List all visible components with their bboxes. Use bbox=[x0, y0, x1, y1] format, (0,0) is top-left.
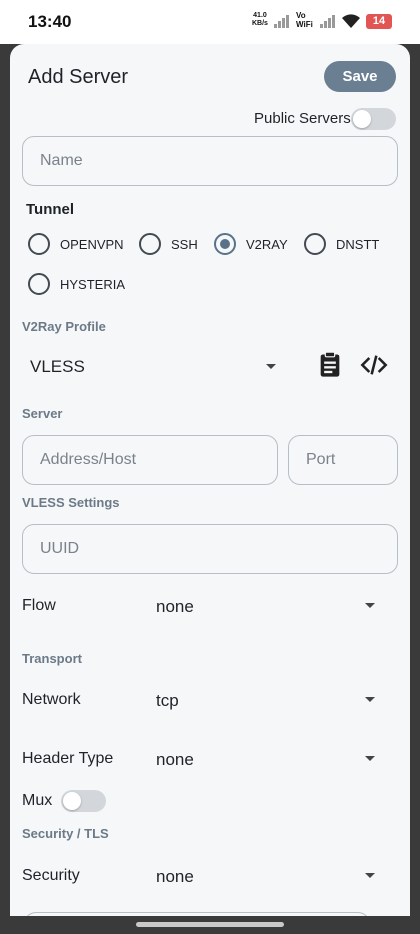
toggle-knob bbox=[353, 110, 371, 128]
radio-circle bbox=[304, 233, 326, 255]
wifi-icon bbox=[342, 14, 360, 28]
tunnel-option-ssh[interactable]: SSH bbox=[139, 232, 198, 256]
vless-settings-label: VLESS Settings bbox=[22, 495, 120, 510]
address-host-placeholder: Address/Host bbox=[40, 451, 137, 468]
radio-circle-selected bbox=[214, 233, 236, 255]
network-speed-unit: KB/s bbox=[252, 20, 268, 27]
tunnel-option-v2ray[interactable]: V2RAY bbox=[214, 232, 288, 256]
security-label: Security bbox=[22, 867, 80, 884]
radio-label: SSH bbox=[171, 236, 198, 252]
radio-circle bbox=[28, 233, 50, 255]
port-field[interactable]: Port bbox=[288, 435, 398, 485]
chevron-down-icon[interactable] bbox=[365, 603, 375, 608]
radio-label: HYSTERIA bbox=[60, 276, 126, 292]
network-dropdown[interactable]: tcp bbox=[156, 691, 179, 711]
volte-top-label: Vo bbox=[296, 11, 306, 20]
server-label: Server bbox=[22, 406, 63, 421]
chevron-down-icon[interactable] bbox=[365, 697, 375, 702]
uuid-placeholder: UUID bbox=[40, 540, 80, 557]
tunnel-option-openvpn[interactable]: OPENVPN bbox=[28, 232, 124, 256]
code-icon[interactable] bbox=[360, 351, 388, 379]
chevron-down-icon[interactable] bbox=[365, 756, 375, 761]
name-placeholder: Name bbox=[40, 152, 83, 169]
radio-label: V2RAY bbox=[246, 236, 288, 252]
tunnel-option-hysteria[interactable]: HYSTERIA bbox=[28, 272, 125, 296]
security-tls-label: Security / TLS bbox=[22, 826, 109, 841]
address-host-field[interactable]: Address/Host bbox=[22, 435, 278, 485]
tunnel-option-dnstt[interactable]: DNSTT bbox=[304, 232, 379, 256]
gesture-navigation-bar[interactable] bbox=[136, 922, 284, 927]
status-time: 13:40 bbox=[28, 12, 72, 31]
flow-label: Flow bbox=[22, 597, 56, 614]
signal-icon bbox=[274, 15, 289, 28]
radio-circle bbox=[139, 233, 161, 255]
public-servers-label: Public Servers bbox=[254, 110, 351, 127]
volte-wifi-indicator: Vo WiFi bbox=[296, 11, 313, 29]
security-dropdown[interactable]: none bbox=[156, 867, 194, 887]
chevron-down-icon[interactable] bbox=[266, 364, 276, 369]
status-bar: 13:40 41.0 KB/s Vo WiFi 14 bbox=[0, 0, 420, 44]
name-field[interactable]: Name bbox=[22, 136, 398, 186]
public-servers-toggle[interactable] bbox=[351, 108, 396, 130]
radio-circle bbox=[28, 273, 50, 295]
volte-bottom-label: WiFi bbox=[296, 20, 313, 29]
clipboard-icon[interactable] bbox=[316, 351, 344, 379]
radio-label: OPENVPN bbox=[60, 236, 124, 252]
uuid-field[interactable]: UUID bbox=[22, 524, 398, 574]
header-type-label: Header Type bbox=[22, 750, 114, 767]
toggle-knob bbox=[63, 792, 81, 810]
flow-dropdown[interactable]: none bbox=[156, 597, 194, 617]
dialog-title: Add Server bbox=[28, 66, 129, 88]
transport-label: Transport bbox=[22, 651, 82, 666]
battery-indicator: 14 bbox=[366, 14, 392, 29]
port-placeholder: Port bbox=[306, 451, 336, 468]
network-speed: 41.0 KB/s bbox=[252, 12, 268, 28]
mux-label: Mux bbox=[22, 792, 53, 809]
tunnel-label: Tunnel bbox=[26, 201, 75, 218]
chevron-down-icon[interactable] bbox=[365, 873, 375, 878]
signal-icon bbox=[320, 15, 335, 28]
v2ray-profile-dropdown[interactable]: VLESS bbox=[30, 357, 85, 377]
mux-toggle[interactable] bbox=[61, 790, 106, 812]
header-type-dropdown[interactable]: none bbox=[156, 750, 194, 770]
save-button[interactable]: Save bbox=[324, 61, 396, 92]
v2ray-profile-label: V2Ray Profile bbox=[22, 319, 106, 334]
next-field-partial[interactable] bbox=[24, 912, 370, 916]
network-label: Network bbox=[22, 691, 81, 708]
radio-label: DNSTT bbox=[336, 236, 380, 252]
network-speed-value: 41.0 bbox=[253, 12, 267, 19]
add-server-sheet: Add Server Save Public Servers Name Tunn… bbox=[10, 44, 410, 916]
